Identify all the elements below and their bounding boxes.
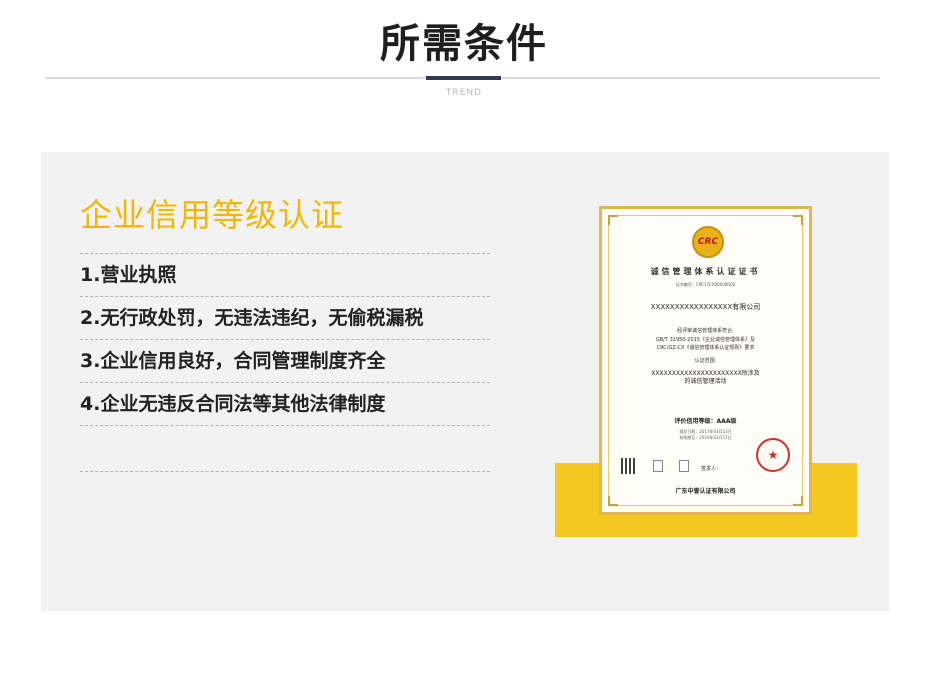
corner-ornament: [793, 496, 803, 506]
divider: [80, 471, 490, 472]
certificate-standard-intro: 经评审诚信管理体系符合:: [677, 328, 734, 334]
certificate-signature: 签发人：: [701, 466, 722, 472]
crc-logo-text: CRC: [697, 237, 719, 247]
requirement-item: 3.企业信用良好，合同管理制度齐全: [80, 350, 386, 372]
requirement-item: 4.企业无违反合同法等其他法律制度: [80, 393, 386, 415]
qr-code-icon: [621, 458, 637, 474]
section-heading: 企业信用等级认证: [80, 196, 345, 234]
official-seal-icon: ★: [756, 438, 790, 472]
certificate-scope-1: XXXXXXXXXXXXXXXXXXXXXX所涉及: [651, 370, 760, 377]
certificate-title: 诚信管理体系认证证书: [650, 267, 761, 276]
certificate-company: XXXXXXXXXXXXXXXXX有限公司: [650, 303, 761, 311]
certificate-number: 证书编号：CRC17CX00000R0S: [675, 282, 736, 287]
title-subtitle: TREND: [445, 88, 483, 98]
page-title: 所需条件: [380, 21, 548, 67]
certificate-standard-2: CRC/GZ-CX《诚信管理体系认证规则》要求: [656, 345, 755, 351]
corner-ornament: [793, 215, 803, 225]
accreditation-badge-icon: [679, 460, 689, 472]
corner-ornament: [608, 215, 618, 225]
certificate-scope-2: 的诚信管理活动: [684, 378, 727, 385]
certificate-image: CRC 诚信管理体系认证证书 证书编号：CRC17CX00000R0S XXXX…: [599, 206, 812, 515]
certificate-scope-label: 认证范围:: [694, 358, 717, 364]
crc-logo: CRC: [692, 226, 724, 258]
certificate-frame: CRC 诚信管理体系认证证书 证书编号：CRC17CX00000R0S XXXX…: [608, 215, 803, 506]
certificate-issuer: 广东中誉认证有限公司: [675, 488, 736, 495]
certificate-grade: 评价信用等级：AAA级: [674, 418, 737, 425]
requirement-item: 2.无行政处罚，无违法违纪，无偷税漏税: [80, 307, 424, 329]
requirements-list: 1.营业执照 2.无行政处罚，无违法违纪，无偷税漏税 3.企业信用良好，合同管理…: [80, 253, 490, 472]
corner-ornament: [608, 496, 618, 506]
requirement-item: 1.营业执照: [80, 264, 177, 286]
accreditation-badge-icon: [653, 460, 663, 472]
certificate-standard-1: GB/T 31950-2015《企业诚信管理体系》及: [655, 337, 756, 343]
title-accent-bar: [426, 76, 501, 80]
certificate-scope: XXXXXXXXXXXXXXXXXXXXXX所涉及 的诚信管理活动: [609, 370, 802, 386]
